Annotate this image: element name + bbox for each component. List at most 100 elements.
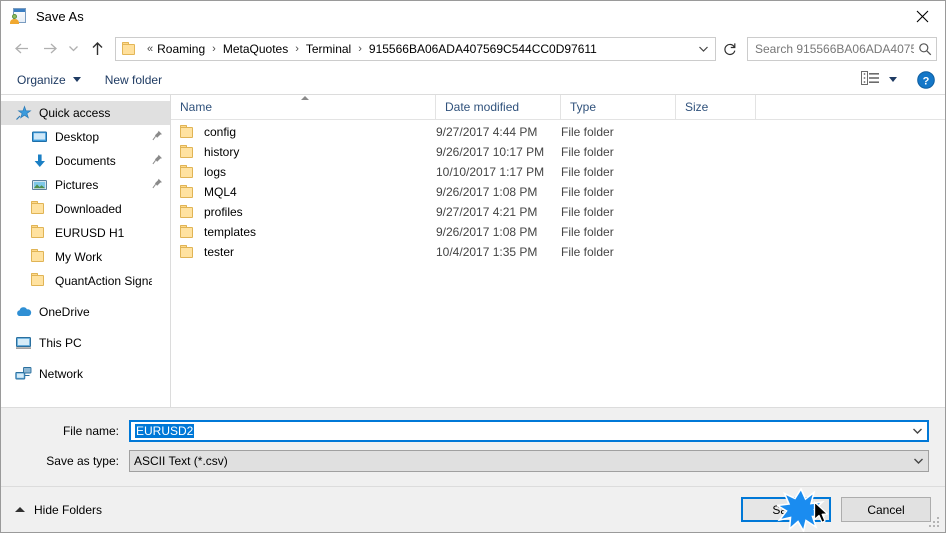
new-folder-button[interactable]: New folder [105,73,162,87]
cancel-button[interactable]: Cancel [841,497,931,522]
column-header-type[interactable]: Type [561,95,676,119]
up-button[interactable] [83,36,111,62]
file-name-cell: logs [171,165,436,179]
breadcrumb-item-3[interactable]: 915566BA06ADA407569C544CC0D97611 [367,42,599,56]
organize-button[interactable]: Organize [17,73,81,87]
sidebar-item-quick-access[interactable]: Quick access [1,101,170,125]
organize-label: Organize [17,72,66,87]
sidebar-item-network[interactable]: Network [1,362,170,386]
breadcrumb-item-0[interactable]: Roaming [155,42,207,56]
table-row[interactable]: logs 10/10/2017 1:17 PM File folder [171,162,945,182]
sidebar-item-label: OneDrive [39,305,90,319]
table-row[interactable]: tester 10/4/2017 1:35 PM File folder [171,242,945,262]
sidebar-item-label: This PC [39,336,82,350]
file-type: File folder [561,165,614,179]
arrow-right-icon [43,43,57,54]
column-header-size[interactable]: Size [676,95,756,119]
sidebar-item-downloaded[interactable]: Downloaded [1,197,170,221]
breadcrumb-item-1[interactable]: MetaQuotes [221,42,290,56]
column-label: Name [180,100,213,114]
navigation-bar: « Roaming › MetaQuotes › Terminal › 9155… [1,32,945,65]
table-row[interactable]: profiles 9/27/2017 4:21 PM File folder [171,202,945,222]
file-type: File folder [561,185,614,199]
resize-grip[interactable] [929,517,941,529]
file-name-cell: profiles [171,205,436,219]
file-name-cell: config [171,125,436,139]
breadcrumb-separator[interactable]: › [207,43,221,55]
breadcrumb-item-2[interactable]: Terminal [304,42,353,56]
folder-icon [31,249,48,265]
column-label: Date modified [445,100,520,114]
file-date: 10/10/2017 1:17 PM [436,165,545,179]
breadcrumb-overflow[interactable]: « [143,43,155,55]
file-name-input[interactable]: EURUSD2 [129,420,929,442]
breadcrumb-separator[interactable]: › [290,43,304,55]
file-name-cell: history [171,145,436,159]
column-header-date-modified[interactable]: Date modified [436,95,561,119]
file-date: 9/27/2017 4:21 PM [436,205,538,219]
save-as-icon [10,8,27,25]
change-view-button[interactable] [861,71,897,88]
chevron-down-icon [72,77,81,82]
pin-icon[interactable] [152,130,164,144]
folder-icon [180,205,196,219]
column-label: Size [685,100,709,114]
sidebar-item-my-work[interactable]: My Work [1,245,170,269]
save-button[interactable]: Save [741,497,831,522]
save-as-type-row: Save as type: ASCII Text (*.csv) [17,450,929,472]
save-as-type-select[interactable]: ASCII Text (*.csv) [129,450,929,472]
chevron-down-icon[interactable] [907,422,927,440]
picture-icon [31,177,48,193]
table-row[interactable]: config 9/27/2017 4:44 PM File folder [171,122,945,142]
arrow-up-icon [92,41,102,55]
sidebar-item-label: Downloaded [55,202,122,216]
file-name: templates [204,225,257,239]
forward-button[interactable] [35,36,63,62]
column-header-row: Name Date modified Type Size [171,95,945,120]
sidebar-item-quantaction-signal[interactable]: QuantAction Signal [1,269,170,293]
file-date: 10/4/2017 1:35 PM [436,245,538,259]
sidebar-item-pictures[interactable]: Pictures [1,173,170,197]
hide-folders-label: Hide Folders [34,502,103,517]
computer-icon [15,335,32,351]
star-icon [15,105,32,121]
sidebar-item-this-pc[interactable]: This PC [1,331,170,355]
sidebar-item-label: QuantAction Signal [55,274,152,288]
sidebar-item-eurusd-h1[interactable]: EURUSD H1 [1,221,170,245]
file-name-cell: tester [171,245,436,259]
sidebar-item-desktop[interactable]: Desktop [1,125,170,149]
back-button[interactable] [7,36,35,62]
table-row[interactable]: history 9/26/2017 10:17 PM File folder [171,142,945,162]
search-input[interactable]: Search 915566BA06ADA40756... [747,36,937,61]
file-date: 9/27/2017 4:44 PM [436,125,538,139]
svg-text:?: ? [923,75,930,87]
refresh-icon[interactable] [717,37,743,61]
chevron-down-icon[interactable] [908,451,928,471]
search-icon [914,42,936,56]
file-name: history [204,145,240,159]
table-row[interactable]: templates 9/26/2017 1:08 PM File folder [171,222,945,242]
recent-locations-button[interactable] [63,36,83,62]
pin-icon[interactable] [152,178,164,192]
save-as-dialog: Save As « Roaming › MetaQuotes › Termina… [0,0,946,533]
save-as-type-label: Save as type: [46,454,119,468]
address-bar[interactable]: « Roaming › MetaQuotes › Terminal › 9155… [115,36,716,61]
sidebar-item-label: My Work [55,250,103,264]
help-icon[interactable]: ? [917,70,935,89]
download-icon [31,153,48,169]
folder-icon [31,273,48,289]
hide-folders-button[interactable]: Hide Folders [11,503,102,517]
breadcrumb-separator[interactable]: › [353,43,367,55]
address-dropdown-icon[interactable] [691,38,715,60]
pin-icon[interactable] [152,154,164,168]
window-title: Save As [36,9,84,24]
table-row[interactable]: MQL4 9/26/2017 1:08 PM File folder [171,182,945,202]
sidebar-item-documents[interactable]: Documents [1,149,170,173]
file-date: 9/26/2017 1:08 PM [436,225,538,239]
new-folder-label: New folder [104,72,163,87]
sidebar-item-label: Documents [55,154,116,168]
sidebar-item-onedrive[interactable]: OneDrive [1,300,170,324]
file-name-cell: templates [171,225,436,239]
close-icon[interactable] [899,1,945,32]
column-header-name[interactable]: Name [171,95,436,119]
